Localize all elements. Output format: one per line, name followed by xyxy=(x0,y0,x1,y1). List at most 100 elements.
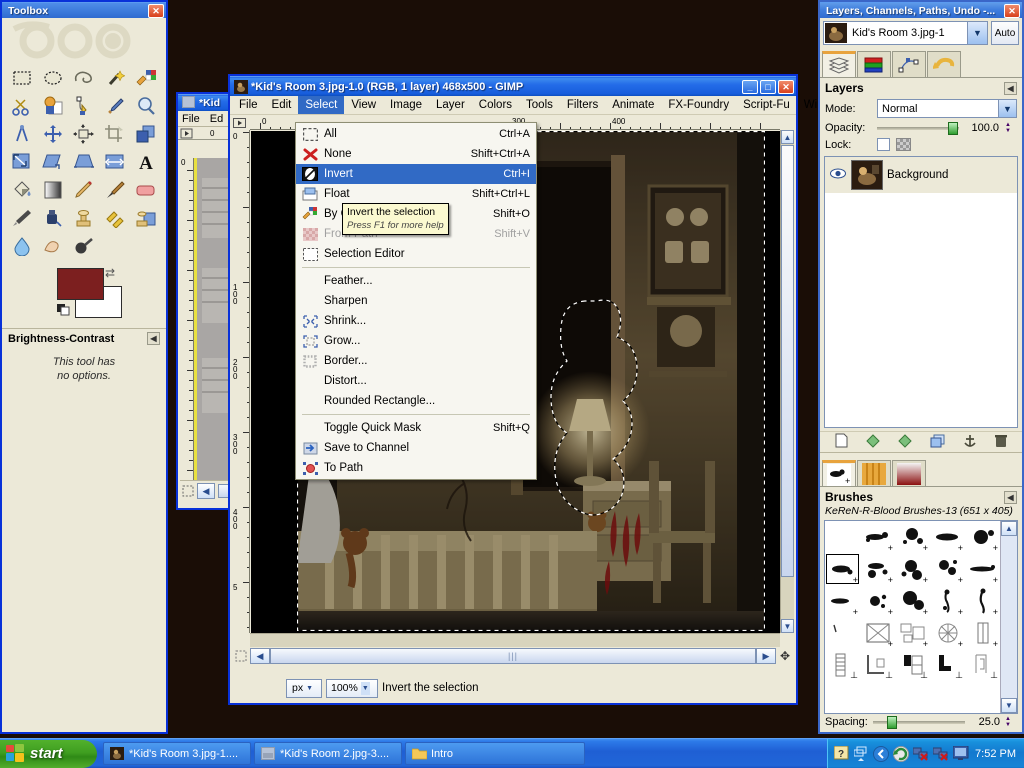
chevron-down-icon-image[interactable]: ▼ xyxy=(967,22,987,44)
paintbrush-tool[interactable] xyxy=(100,176,131,204)
rect-select-tool[interactable] xyxy=(6,64,37,92)
color-swatches[interactable]: ⇄ xyxy=(2,266,166,324)
layers-tab[interactable] xyxy=(822,51,856,77)
quickmask-button[interactable] xyxy=(232,650,250,662)
brush-cell[interactable]: + xyxy=(860,617,895,649)
layer-row-background[interactable]: Background xyxy=(825,157,1017,193)
menu-view[interactable]: View xyxy=(344,96,383,114)
menu-layer[interactable]: Layer xyxy=(429,96,472,114)
scroll-up-button[interactable]: ▲ xyxy=(781,130,794,144)
perspective-tool[interactable] xyxy=(68,148,99,176)
brush-cell[interactable]: + xyxy=(930,521,965,553)
smudge-tool[interactable] xyxy=(37,232,68,260)
menu-item-all[interactable]: All Ctrl+A xyxy=(296,124,536,144)
scissors-select-tool[interactable] xyxy=(6,92,37,120)
swap-colors-icon[interactable]: ⇄ xyxy=(105,266,115,280)
channels-tab[interactable] xyxy=(857,51,891,77)
ruler-menu-button[interactable] xyxy=(232,117,250,130)
help-icon[interactable]: ? xyxy=(833,745,849,761)
brush-cell[interactable]: + xyxy=(930,585,965,617)
menu-colors[interactable]: Colors xyxy=(472,96,519,114)
layers-menu-button[interactable]: ◀ xyxy=(1004,81,1017,95)
back-arrow-icon[interactable] xyxy=(873,746,890,762)
menu-item-save-to-channel[interactable]: Save to Channel xyxy=(296,438,536,458)
new-layer-button[interactable] xyxy=(835,433,848,451)
menu-edit[interactable]: Edit xyxy=(265,96,299,114)
undo-history-tab[interactable] xyxy=(927,51,961,77)
brush-cell[interactable]: + xyxy=(825,585,860,617)
menu-tools[interactable]: Tools xyxy=(519,96,560,114)
brush-scrollbar[interactable]: ▲ ▼ xyxy=(1000,521,1017,713)
brush-scroll-down-button[interactable]: ▼ xyxy=(1001,698,1017,713)
measure-tool[interactable] xyxy=(6,120,37,148)
perspective-clone-tool[interactable] xyxy=(131,204,162,232)
lower-layer-button[interactable] xyxy=(898,433,912,451)
scroll-down-button[interactable]: ▼ xyxy=(781,619,794,633)
brush-cell[interactable]: + xyxy=(895,585,930,617)
brush-grid[interactable]: + + + + + + + + + + + + + + + + + + ⊥ ⊥ … xyxy=(824,520,1018,714)
eraser-tool[interactable] xyxy=(131,176,162,204)
vertical-ruler[interactable]: 0 100 200 300 400 5 xyxy=(232,130,250,633)
foreground-color-swatch[interactable] xyxy=(57,268,104,300)
fuzzy-select-tool[interactable] xyxy=(100,64,131,92)
menu-item-sharpen[interactable]: Sharpen xyxy=(296,291,536,311)
gradients-tab[interactable] xyxy=(892,460,926,486)
blur-sharpen-tool[interactable] xyxy=(6,232,37,260)
menu-item-selection-editor[interactable]: Selection Editor xyxy=(296,244,536,264)
brush-cell[interactable]: + xyxy=(930,553,965,585)
menu-filters[interactable]: Filters xyxy=(560,96,605,114)
image-window-back-v-ruler[interactable]: 0 xyxy=(180,158,194,480)
select-by-color-tool[interactable] xyxy=(131,64,162,92)
brush-cell[interactable]: + xyxy=(860,585,895,617)
menu-file-back[interactable]: File xyxy=(182,113,200,125)
delete-layer-button[interactable] xyxy=(995,434,1007,451)
menu-item-none[interactable]: None Shift+Ctrl+A xyxy=(296,144,536,164)
toolbox-close-button[interactable]: ✕ xyxy=(148,3,164,18)
dock-close-button[interactable]: ✕ xyxy=(1004,3,1020,18)
brush-cell[interactable]: ⊥ xyxy=(825,649,860,681)
menu-item-rounded-rectangle[interactable]: Rounded Rectangle... xyxy=(296,391,536,411)
zoom-combo[interactable]: 100% ▼ xyxy=(326,678,378,698)
blend-tool[interactable] xyxy=(37,176,68,204)
spacing-spinner[interactable]: ▲ ▼ xyxy=(1005,716,1017,728)
crop-tool[interactable] xyxy=(100,120,131,148)
network-disconnected-icon[interactable] xyxy=(912,746,928,761)
brush-cell[interactable] xyxy=(825,617,860,649)
taskbar-item-kids-room-2[interactable]: *Kid's Room 2.jpg-3.... xyxy=(254,742,402,765)
menu-item-grow[interactable]: Grow... xyxy=(296,331,536,351)
brush-cell[interactable]: + xyxy=(860,553,895,585)
menu-edit-back[interactable]: Ed xyxy=(210,113,223,125)
start-button[interactable]: start xyxy=(0,739,97,768)
v-scroll-thumb[interactable] xyxy=(781,145,794,577)
menu-item-border[interactable]: Border... xyxy=(296,351,536,371)
brush-cell[interactable]: + xyxy=(965,553,1000,585)
menu-item-shrink[interactable]: Shrink... xyxy=(296,311,536,331)
toolbox-titlebar[interactable]: Toolbox ✕ xyxy=(2,2,166,18)
spacing-slider[interactable] xyxy=(872,716,965,729)
eye-icon[interactable] xyxy=(829,168,847,182)
brush-cell[interactable] xyxy=(825,521,860,553)
text-tool[interactable]: A xyxy=(131,148,162,176)
select-menu-dropdown[interactable]: All Ctrl+A None Shift+Ctrl+A Invert Ctrl… xyxy=(295,122,537,480)
lock-pixels-checkbox[interactable] xyxy=(877,138,890,151)
ink-tool[interactable] xyxy=(37,204,68,232)
airbrush-tool[interactable] xyxy=(6,204,37,232)
tool-options-menu-button[interactable]: ◀ xyxy=(147,332,160,345)
lock-alpha-checkbox[interactable] xyxy=(896,138,911,151)
monitor-icon[interactable] xyxy=(952,745,969,761)
menu-file[interactable]: File xyxy=(232,96,265,114)
chevron-down-icon-mode[interactable]: ▼ xyxy=(998,100,1016,117)
scale-tool[interactable] xyxy=(6,148,37,176)
scroll-left-button[interactable]: ◀ xyxy=(197,483,215,499)
opacity-spinner[interactable]: ▲ ▼ xyxy=(1005,122,1017,134)
brush-cell[interactable]: + xyxy=(895,553,930,585)
brush-cell[interactable]: + xyxy=(965,617,1000,649)
dock-titlebar[interactable]: Layers, Channels, Paths, Undo -... ✕ xyxy=(820,2,1022,18)
image-window-titlebar[interactable]: *Kid's Room 3.jpg-1.0 (RGB, 1 layer) 468… xyxy=(230,76,796,96)
brush-scroll-up-button[interactable]: ▲ xyxy=(1001,521,1017,536)
taskbar-item-intro[interactable]: Intro xyxy=(405,742,585,765)
brush-cell[interactable]: + xyxy=(930,617,965,649)
brush-cell[interactable]: + xyxy=(860,521,895,553)
duplicate-layer-button[interactable] xyxy=(930,434,945,451)
menu-item-invert[interactable]: Invert Ctrl+I xyxy=(296,164,536,184)
